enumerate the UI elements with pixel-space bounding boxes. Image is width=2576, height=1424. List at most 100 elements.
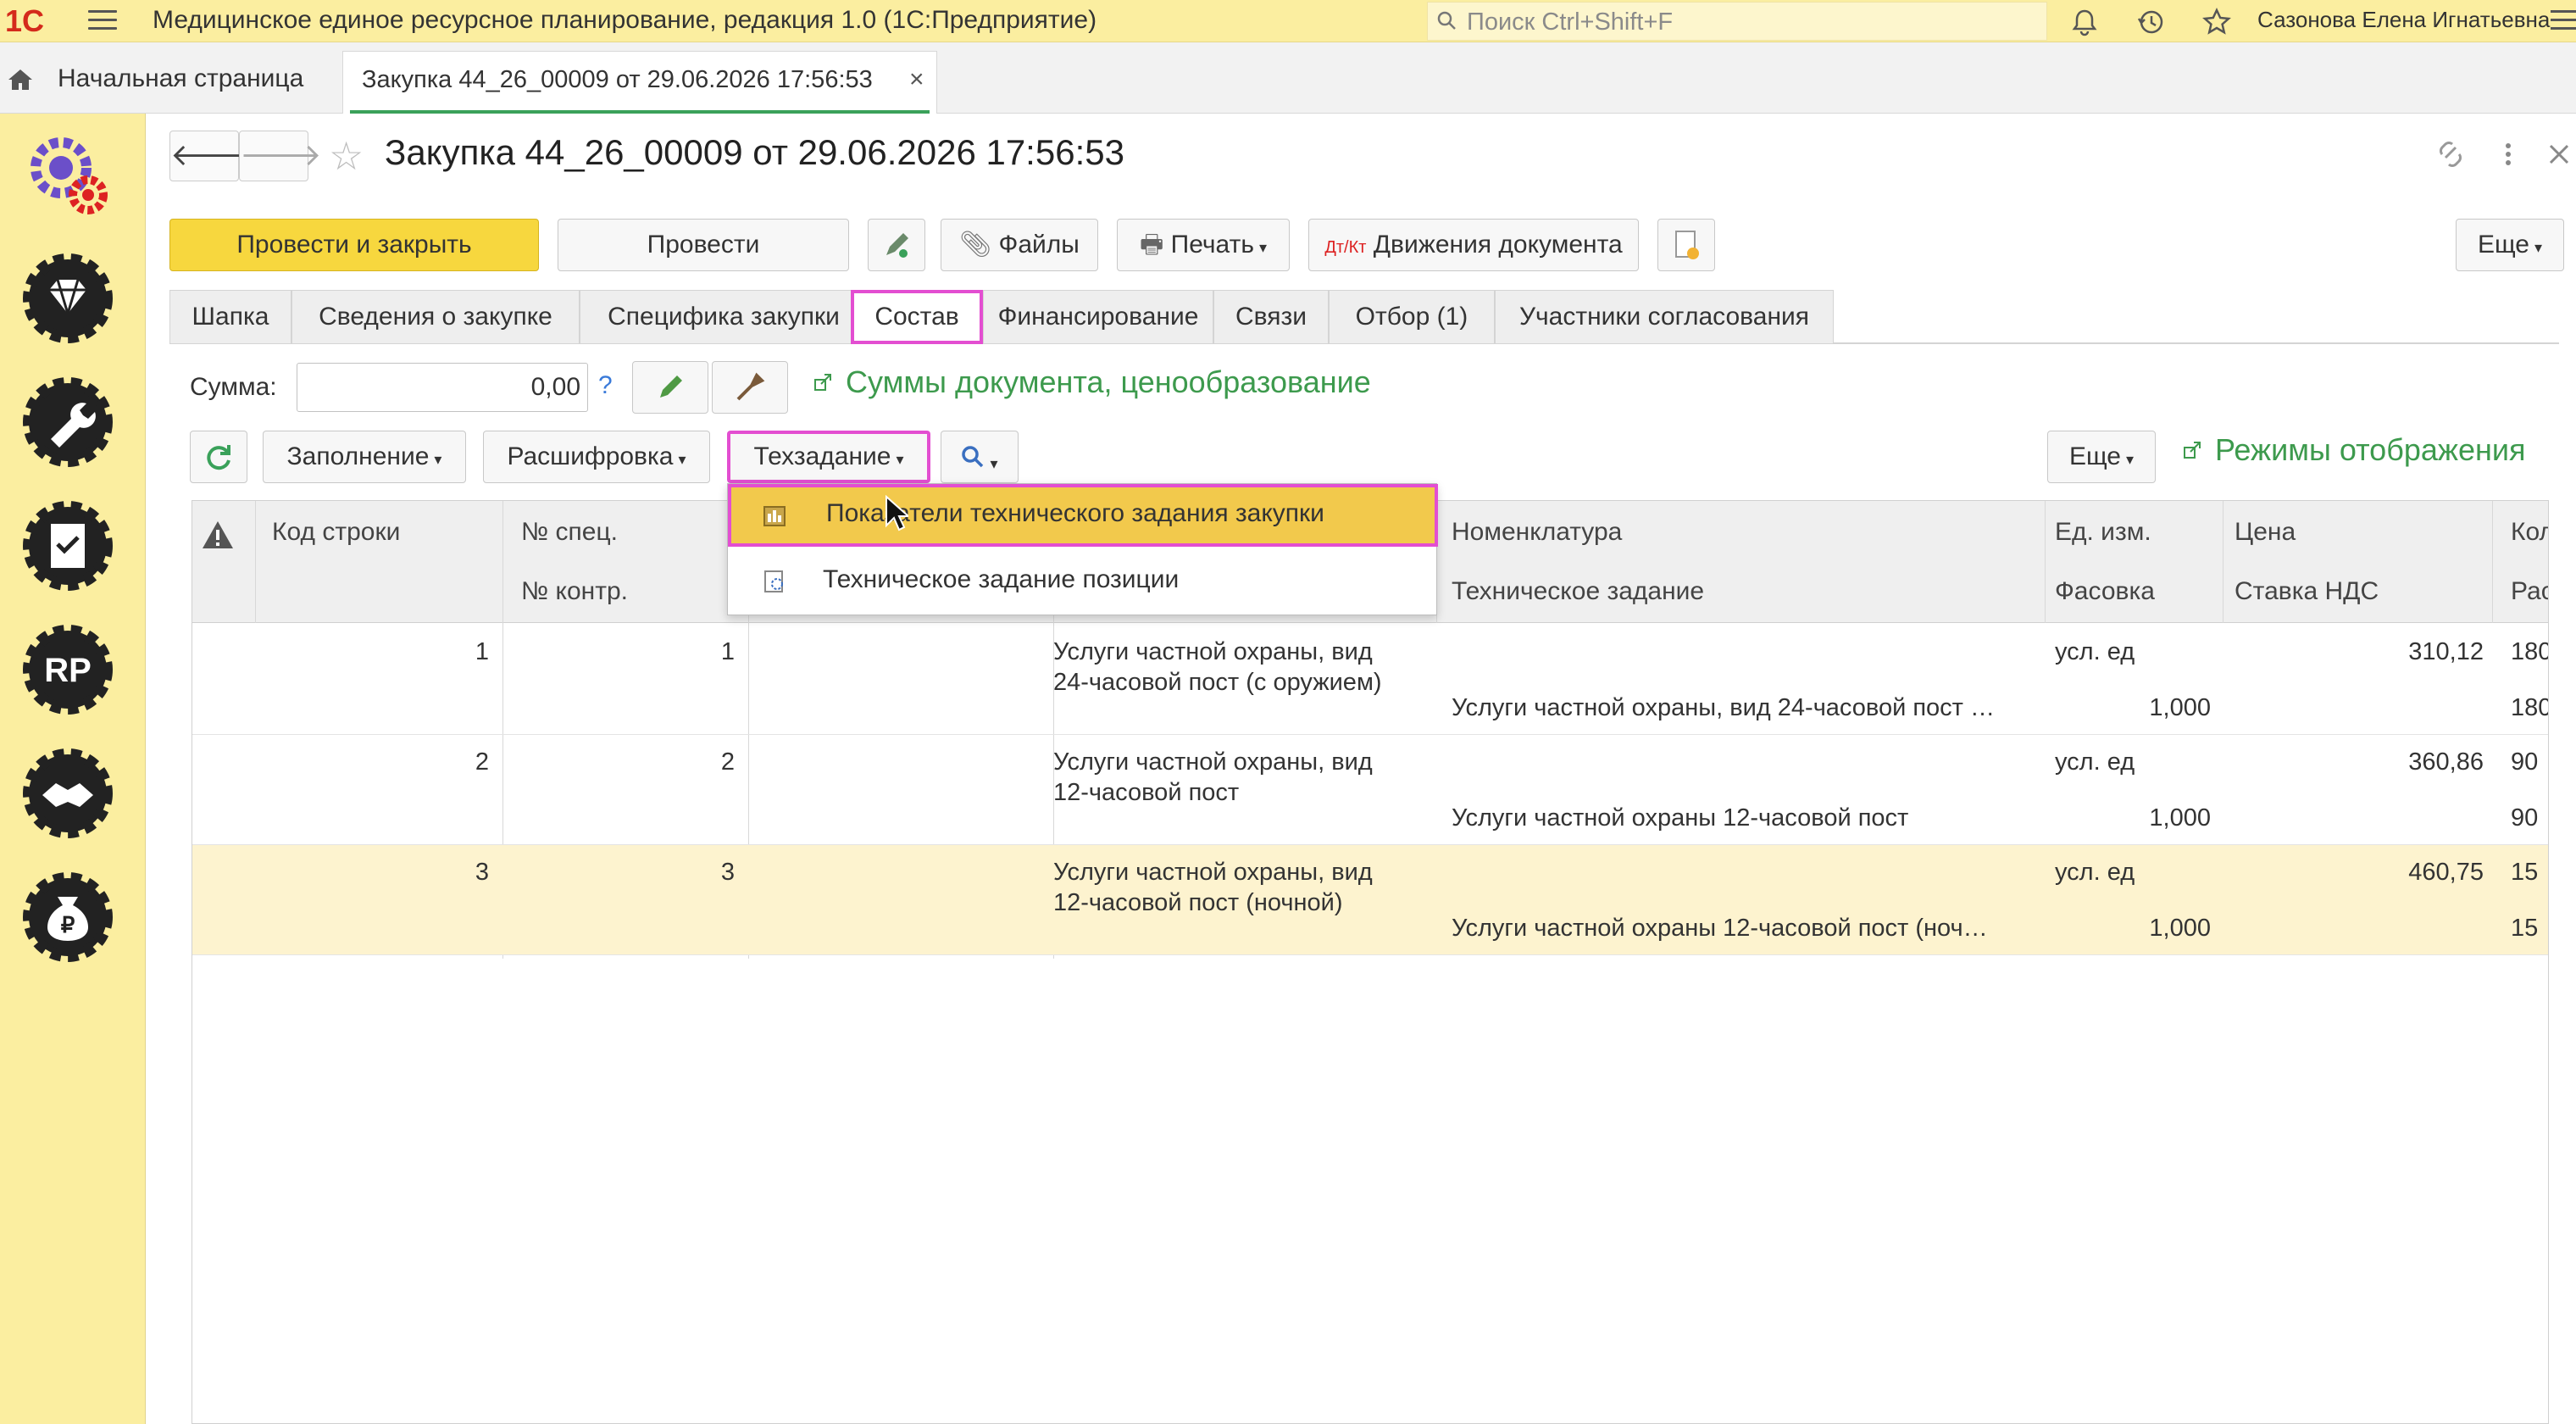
col-qty[interactable]: Кол <box>2511 518 2548 547</box>
sections-sidebar: RP ₽ <box>0 114 146 1424</box>
pipette-button[interactable] <box>712 361 788 414</box>
menu-item-procurement-tech-indicators[interactable]: Показатели технического задания закупки <box>728 484 1438 547</box>
col-nomenclature[interactable]: Номенклатура <box>1452 518 1622 547</box>
search-input[interactable]: Поиск Ctrl+Shift+F <box>1427 2 2047 41</box>
sum-label: Сумма: <box>190 373 277 401</box>
table-more-label: Еще <box>2068 442 2121 470</box>
close-form-icon[interactable] <box>2542 136 2576 173</box>
files-label: Файлы <box>998 231 1080 259</box>
post-and-close-button[interactable]: Провести и закрыть <box>169 219 539 271</box>
col-spec[interactable]: № спец. <box>521 518 618 547</box>
tab-approval-participants[interactable]: Участники согласования <box>1495 290 1834 344</box>
indicators-icon <box>763 506 786 526</box>
dt-kt-icon: Дт/Кт <box>1324 238 1367 257</box>
col-distr[interactable]: Рас <box>2511 577 2548 606</box>
document-sums-link[interactable]: Суммы документа, ценообразование <box>846 364 1371 400</box>
cell-name-line2: 12-часовой пост (ночной) <box>1053 889 1343 916</box>
bell-icon[interactable] <box>2069 7 2100 37</box>
favorite-star-icon[interactable]: ☆ <box>329 132 364 180</box>
display-modes-link[interactable]: Режимы отображения <box>2215 432 2525 468</box>
cell-tech-task: Услуги частной охраны 12-часовой пост <box>1452 804 1909 832</box>
tab-header[interactable]: Шапка <box>169 290 291 344</box>
favorites-star-icon[interactable] <box>2201 7 2232 37</box>
report-icon <box>1675 231 1699 259</box>
pen-icon <box>886 233 908 258</box>
col-divider <box>255 501 256 623</box>
cell-name-line1: Услуги частной охраны, вид <box>1053 638 1373 665</box>
search-table-button[interactable]: ▾ <box>941 431 1019 483</box>
help-icon[interactable]: ? <box>598 371 613 400</box>
settings-menu-icon[interactable] <box>2551 10 2576 32</box>
magnifier-icon <box>962 446 984 468</box>
table-more-button[interactable]: Еще ▾ <box>2047 431 2156 483</box>
cell-qty: 180 <box>2511 638 2549 665</box>
composition-table: Код строки № спец. № контр. Номенклатура… <box>192 500 2549 1424</box>
printer-icon: 🖶︎ <box>1140 231 1164 259</box>
close-tab-icon[interactable]: × <box>909 65 924 94</box>
tab-home[interactable]: Начальная страница <box>0 42 339 114</box>
money-bag-gear-icon[interactable]: ₽ <box>19 868 117 966</box>
settings-gear-icon[interactable] <box>19 125 117 224</box>
tab-links[interactable]: Связи <box>1213 290 1329 344</box>
tab-procurement-specifics[interactable]: Специфика закупки <box>580 290 868 344</box>
cell-qty: 90 <box>2511 748 2539 776</box>
print-button[interactable]: 🖶︎ Печать ▾ <box>1117 219 1290 271</box>
movements-label: Движения документа <box>1373 231 1623 259</box>
post-button[interactable]: Провести <box>558 219 849 271</box>
back-button[interactable]: 🡐 <box>169 131 253 181</box>
files-button[interactable]: 📎︎ Файлы <box>941 219 1098 271</box>
rp-gear-icon[interactable]: RP <box>19 620 117 719</box>
col-code[interactable]: Код строки <box>272 518 400 547</box>
col-vat[interactable]: Ставка НДС <box>2235 577 2379 606</box>
open-link-icon <box>814 374 831 391</box>
wrench-gear-icon[interactable] <box>19 373 117 471</box>
tab-document[interactable]: Закупка 44_26_00009 от 29.06.2026 17:56:… <box>342 51 937 114</box>
more-button[interactable]: Еще ▾ <box>2456 219 2564 271</box>
col-packing[interactable]: Фасовка <box>2055 577 2155 606</box>
menu-item-position-tech-task[interactable]: Техническое задание позиции <box>728 550 1438 613</box>
refresh-button[interactable] <box>190 431 247 483</box>
edit-signature-button[interactable] <box>868 219 925 271</box>
user-name[interactable]: Сазонова Елена Игнатьевна <box>2257 7 2550 33</box>
cell-packing: 1,000 <box>2149 694 2211 721</box>
col-contract[interactable]: № контр. <box>521 577 628 606</box>
table-row[interactable]: 2 2 Услуги частной охраны, вид 12-часово… <box>192 735 2548 845</box>
table-row[interactable]: 1 1 Услуги частной охраны, вид 24-часово… <box>192 625 2549 735</box>
main-menu-icon[interactable] <box>88 10 117 32</box>
forward-button[interactable]: 🡒 <box>239 131 322 181</box>
cell-unit: усл. ед <box>2055 859 2135 886</box>
more-vertical-icon[interactable] <box>2491 136 2525 173</box>
tab-financing[interactable]: Финансирование <box>983 290 1213 344</box>
tab-filter[interactable]: Отбор (1) <box>1329 290 1495 344</box>
tab-composition[interactable]: Состав <box>851 290 983 344</box>
col-unit[interactable]: Ед. изм. <box>2055 518 2151 547</box>
edit-sum-button[interactable] <box>632 361 708 414</box>
tab-home-label: Начальная страница <box>58 64 304 92</box>
link-icon[interactable] <box>2434 136 2468 173</box>
col-price[interactable]: Цена <box>2235 518 2296 547</box>
col-tech-task[interactable]: Техническое задание <box>1452 577 1704 606</box>
fill-label: Заполнение <box>286 442 430 470</box>
tech-task-button[interactable]: Техзадание ▾ <box>727 431 930 483</box>
document-gear-icon[interactable] <box>19 497 117 595</box>
table-row-selected[interactable]: 3 3 Услуги частной охраны, вид 12-часово… <box>192 845 2548 955</box>
sum-field[interactable]: 0,00 <box>297 363 588 412</box>
handshake-gear-icon[interactable] <box>19 744 117 843</box>
tab-procurement-info[interactable]: Сведения о закупке <box>291 290 580 344</box>
document-form: 🡐 🡒 ☆ Закупка 44_26_00009 от 29.06.2026 … <box>146 114 2576 1424</box>
report-button[interactable] <box>1657 219 1715 271</box>
decode-button[interactable]: Расшифровка ▾ <box>483 431 710 483</box>
cell-qty-distr: 90 <box>2511 804 2539 832</box>
cell-spec: 3 <box>720 859 735 886</box>
cell-unit: усл. ед <box>2055 748 2135 776</box>
document-movements-button[interactable]: Дт/Кт Движения документа <box>1308 219 1639 271</box>
diamond-gear-icon[interactable] <box>19 249 117 348</box>
fill-button[interactable]: Заполнение ▾ <box>263 431 466 483</box>
refresh-icon <box>207 445 230 470</box>
history-icon[interactable] <box>2135 7 2166 37</box>
search-placeholder: Поиск Ctrl+Shift+F <box>1467 8 1674 36</box>
cell-name-line1: Услуги частной охраны, вид <box>1053 748 1373 776</box>
app-title: Медицинское единое ресурсное планировани… <box>153 6 1097 34</box>
cell-tech-task: Услуги частной охраны, вид 24-часовой по… <box>1452 694 1996 721</box>
tab-document-label: Закупка 44_26_00009 от 29.06.2026 17:56:… <box>362 66 873 93</box>
